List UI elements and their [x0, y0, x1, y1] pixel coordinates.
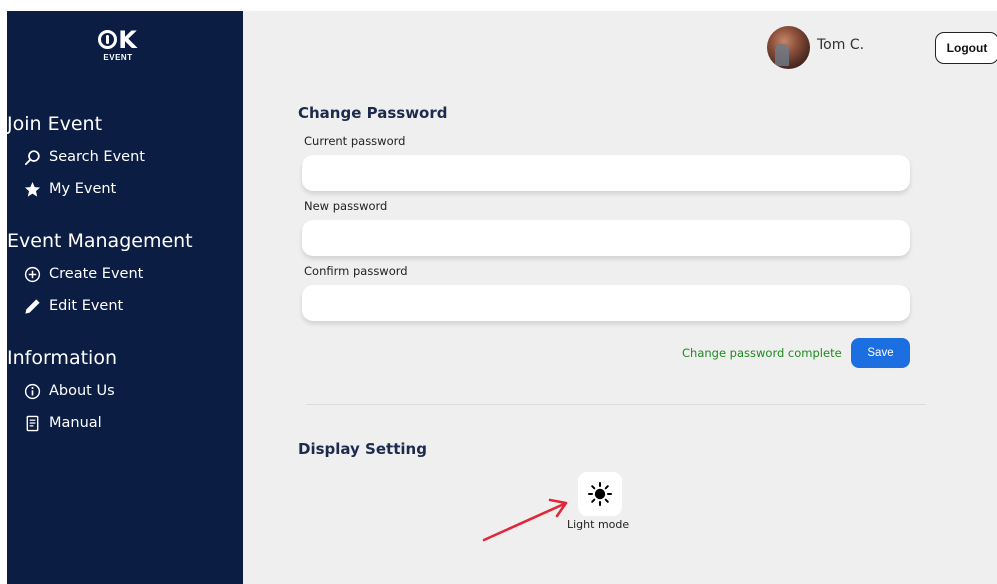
user-name[interactable]: Tom C. [817, 37, 864, 53]
pencil-icon [25, 298, 40, 314]
star-icon [24, 181, 41, 197]
sidebar-item-create-event[interactable]: Create Event [24, 263, 143, 285]
sidebar-item-about-us[interactable]: About Us [24, 380, 115, 402]
section-divider [306, 404, 926, 405]
avatar[interactable] [767, 26, 810, 69]
top-strip [0, 0, 997, 11]
password-status-message: Change password complete [682, 346, 842, 360]
sun-icon [588, 482, 612, 506]
confirm-password-label: Confirm password [304, 264, 408, 278]
logo-subtitle: EVENT [103, 53, 133, 62]
annotation-arrow [482, 498, 568, 542]
sidebar-item-edit-event[interactable]: Edit Event [24, 295, 123, 317]
document-icon [26, 415, 39, 431]
sidebar-item-label: About Us [49, 383, 115, 399]
info-icon [24, 383, 41, 399]
current-password-label: Current password [304, 134, 406, 148]
sidebar-item-label: My Event [49, 181, 117, 197]
sidebar-item-label: Edit Event [49, 298, 124, 314]
logout-button[interactable]: Logout [935, 32, 997, 64]
current-password-input[interactable] [302, 155, 910, 191]
sidebar-item-my-event[interactable]: My Event [24, 178, 116, 200]
sidebar-item-label: Search Event [49, 149, 145, 165]
light-mode-toggle[interactable] [578, 472, 622, 516]
sidebar-item-manual[interactable]: Manual [24, 412, 102, 434]
sidebar: K EVENT Join Event Search Event My Event… [7, 11, 243, 584]
section-title-event-management: Event Management [7, 230, 193, 252]
sidebar-item-label: Create Event [49, 266, 144, 282]
new-password-label: New password [304, 199, 388, 213]
section-title-information: Information [7, 347, 117, 369]
change-password-title: Change Password [298, 104, 448, 122]
logo-mark-letter: K [118, 26, 138, 54]
power-icon [98, 30, 118, 49]
left-strip [0, 0, 7, 584]
sidebar-item-label: Manual [49, 415, 102, 431]
confirm-password-input[interactable] [302, 285, 910, 321]
sidebar-item-search-event[interactable]: Search Event [24, 146, 145, 168]
display-setting-title: Display Setting [298, 440, 427, 458]
new-password-input[interactable] [302, 220, 910, 256]
app-logo[interactable]: K EVENT [88, 28, 148, 62]
logo-mark: K [88, 28, 148, 52]
search-icon [24, 149, 40, 165]
plus-circle-icon [24, 266, 41, 282]
section-title-join-event: Join Event [7, 113, 103, 135]
save-button[interactable]: Save [851, 338, 910, 368]
